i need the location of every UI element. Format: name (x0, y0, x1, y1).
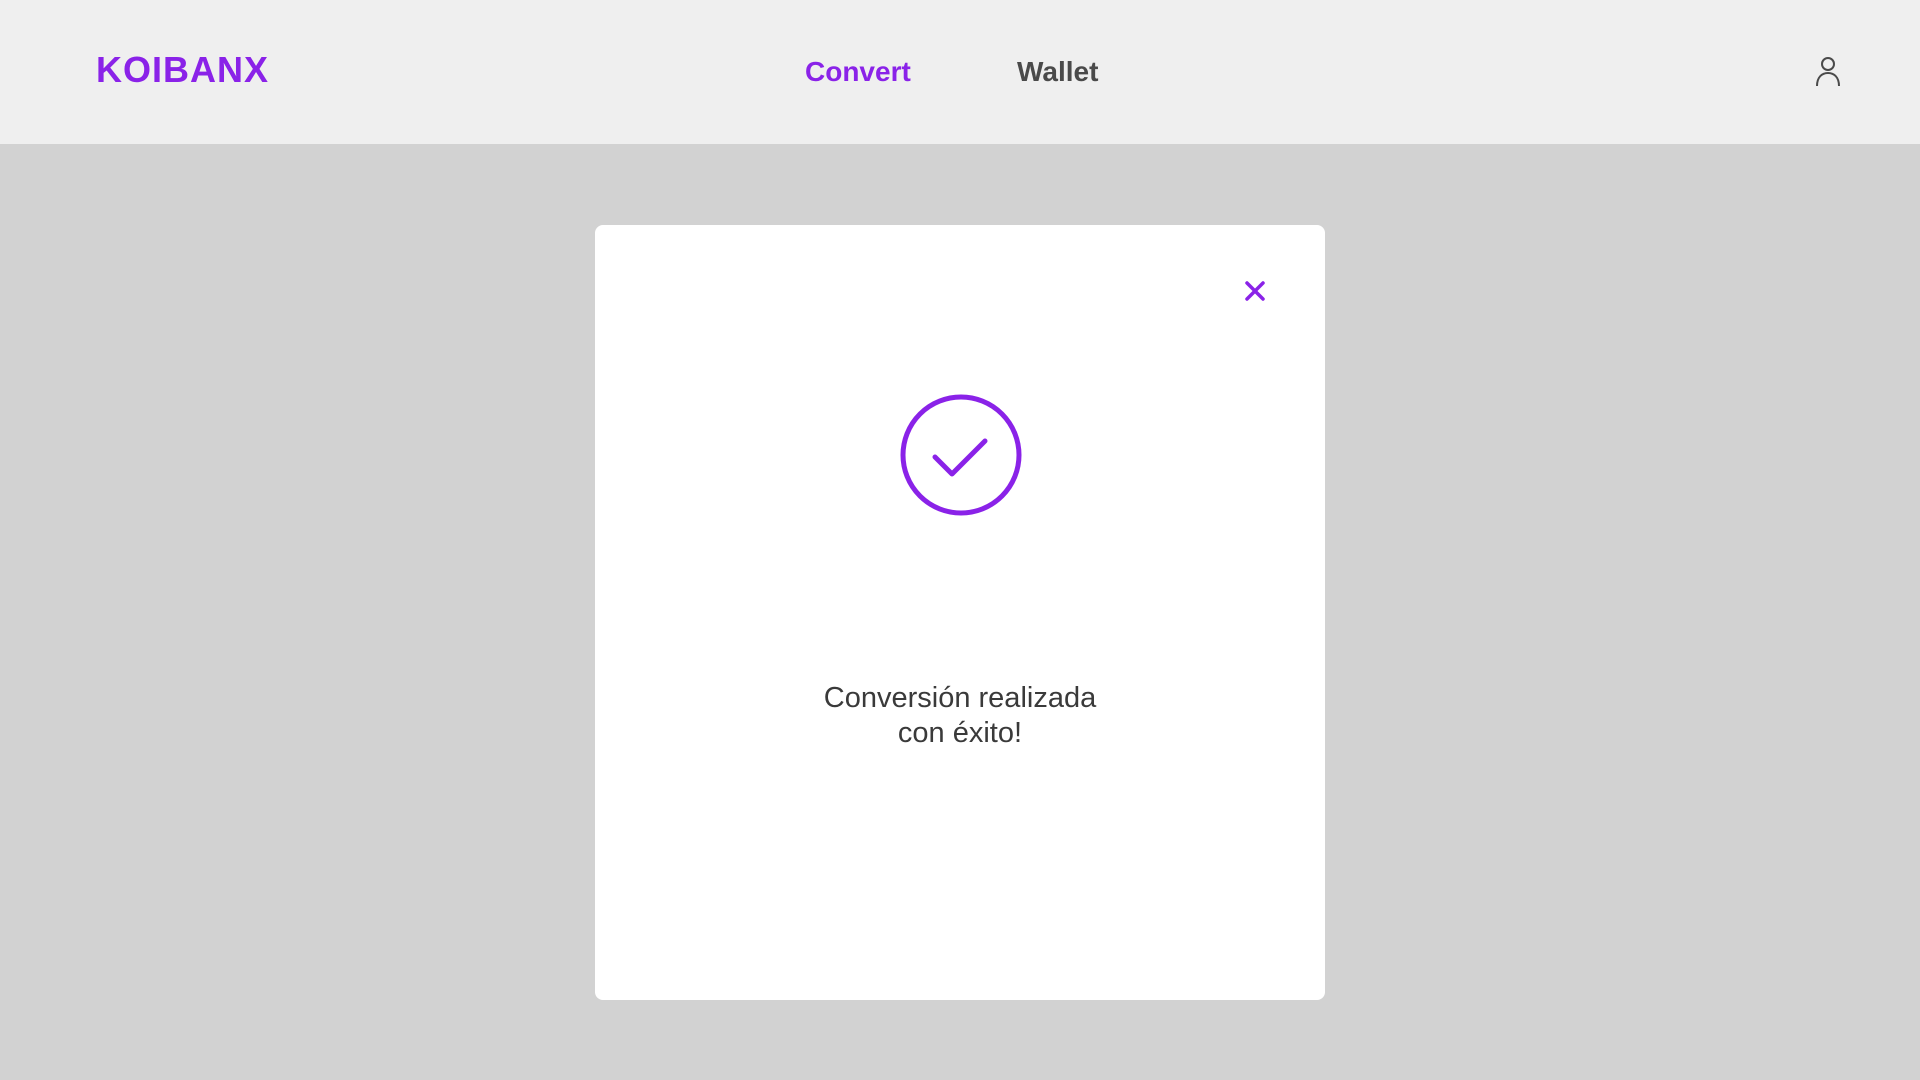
top-navigation-bar: KOIBANX Convert Wallet (0, 0, 1920, 144)
check-circle-icon (900, 394, 1022, 516)
success-message: Conversión realizada con éxito! (595, 681, 1325, 751)
nav-item-wallet[interactable]: Wallet (1017, 52, 1098, 92)
success-message-line-1: Conversión realizada (823, 682, 1097, 714)
main-nav: Convert Wallet (0, 52, 1920, 92)
user-account-button[interactable] (1810, 54, 1846, 90)
close-button[interactable] (1235, 271, 1275, 311)
success-message-line-2: con éxito! (897, 717, 1023, 749)
success-dialog: Conversión realizada con éxito! (595, 225, 1325, 1000)
nav-item-convert[interactable]: Convert (805, 52, 911, 92)
user-icon (1816, 57, 1840, 87)
close-icon (1245, 281, 1265, 301)
